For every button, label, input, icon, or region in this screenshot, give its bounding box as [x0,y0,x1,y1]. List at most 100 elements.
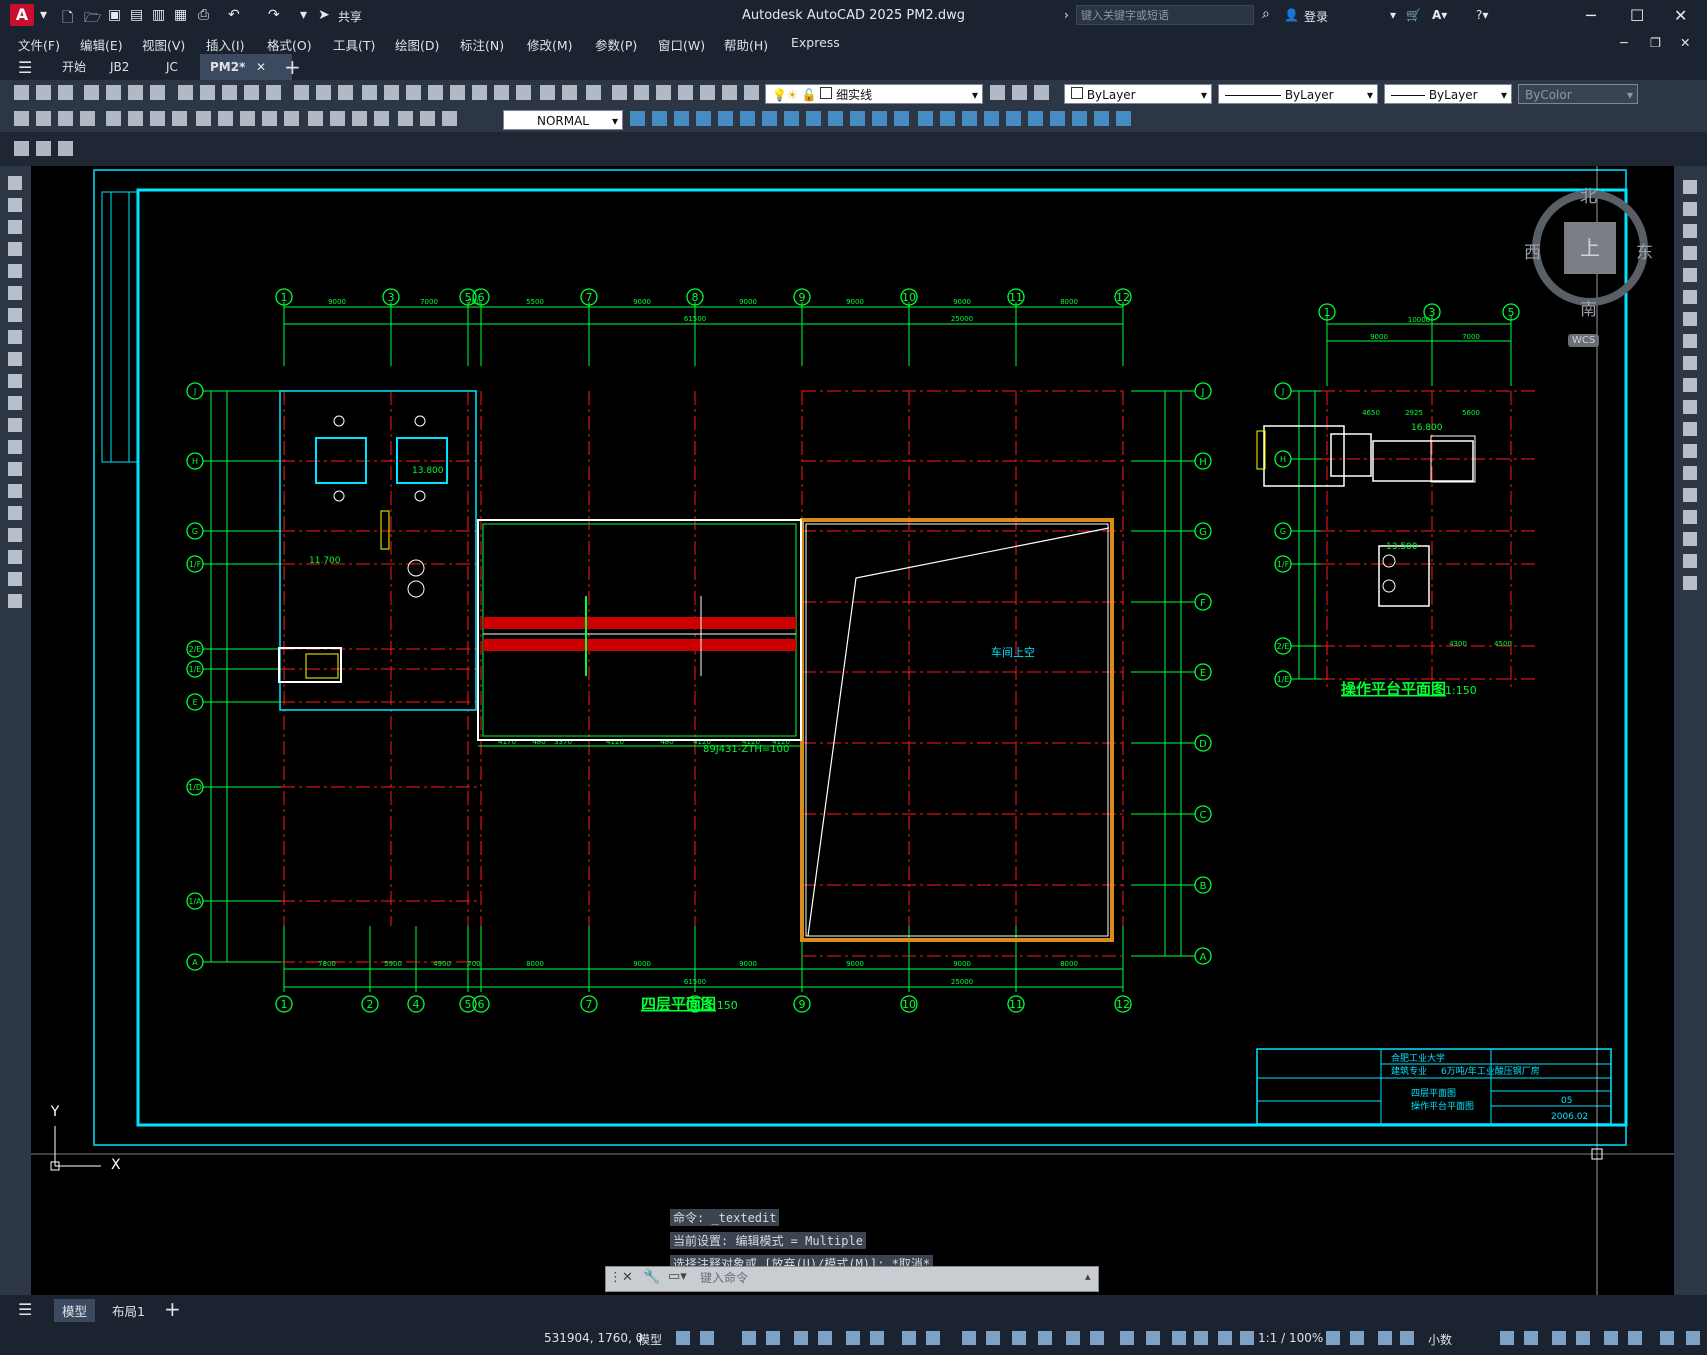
status-toggle-icon[interactable] [766,1331,780,1345]
toolbar-tool-icon[interactable] [58,85,73,100]
toolbar-tool-icon[interactable] [128,85,143,100]
doc-restore-icon[interactable]: ❐ [1650,35,1661,50]
menu-parameter[interactable]: 参数(P) [595,35,637,54]
viewcube-west[interactable]: 西 [1524,238,1541,263]
status-toggle-icon[interactable] [870,1331,884,1345]
status-toggle-icon[interactable] [1120,1331,1134,1345]
modify-tool-icon[interactable] [1683,378,1697,392]
draw-tool-icon[interactable] [8,220,22,234]
draw-tool-icon[interactable] [8,242,22,256]
menu-window[interactable]: 窗口(W) [658,35,705,54]
menu-edit[interactable]: 编辑(E) [80,35,123,54]
toolbar-tool-icon[interactable] [740,111,755,126]
toolbar-tool-icon[interactable] [266,85,281,100]
toolbar-tool-icon[interactable] [990,85,1005,100]
toolbar-tool-icon[interactable] [128,111,143,126]
status-toggle-icon[interactable] [1686,1331,1700,1345]
toolbar-tool-icon[interactable] [406,85,421,100]
viewcube-north[interactable]: 北 [1580,182,1597,207]
viewcube-south[interactable]: 南 [1580,295,1597,320]
status-toggle-icon[interactable] [1066,1331,1080,1345]
menu-dimension[interactable]: 标注(N) [460,35,504,54]
status-toggle-icon[interactable] [1240,1331,1254,1345]
menu-file[interactable]: 文件(F) [18,35,60,54]
modify-tool-icon[interactable] [1683,246,1697,260]
help-icon[interactable]: ?▾ [1476,8,1488,22]
toolbar-tool-icon[interactable] [240,111,255,126]
minimize-icon[interactable]: ─ [1586,6,1596,25]
maximize-icon[interactable]: ☐ [1630,6,1644,25]
hamburger-menu-icon[interactable]: ☰ [18,58,32,77]
modify-tool-icon[interactable] [1683,180,1697,194]
menu-insert[interactable]: 插入(I) [206,35,244,54]
status-toggle-icon[interactable] [1628,1331,1642,1345]
status-toggle-icon[interactable] [1172,1331,1186,1345]
command-input[interactable]: 键入命令 [700,1269,748,1286]
draw-tool-icon[interactable] [8,264,22,278]
status-toggle-icon[interactable] [1326,1331,1340,1345]
plotstyle-dropdown[interactable]: ByColor ▾ [1518,84,1638,104]
menu-view[interactable]: 视图(V) [142,35,185,54]
status-toggle-icon[interactable] [1500,1331,1514,1345]
modify-tool-icon[interactable] [1683,554,1697,568]
toolbar-tool-icon[interactable] [612,85,627,100]
toolbar-tool-icon[interactable] [218,111,233,126]
toolbar-tool-icon[interactable] [420,111,435,126]
draw-tool-icon[interactable] [8,352,22,366]
draw-tool-icon[interactable] [8,572,22,586]
toolbar-tool-icon[interactable] [284,111,299,126]
toolbar-tool-icon[interactable] [308,111,323,126]
draw-tool-icon[interactable] [8,286,22,300]
status-toggle-icon[interactable] [1218,1331,1232,1345]
toolbar-tool-icon[interactable] [428,85,443,100]
toolbar-tool-icon[interactable] [172,111,187,126]
toolbar-tool-icon[interactable] [562,85,577,100]
draw-tool-icon[interactable] [8,418,22,432]
toolbar-tool-icon[interactable] [362,85,377,100]
toolbar-tool-icon[interactable] [872,111,887,126]
modify-tool-icon[interactable] [1683,422,1697,436]
status-toggle-icon[interactable] [986,1331,1000,1345]
toolbar-tool-icon[interactable] [222,85,237,100]
status-toggle-icon[interactable] [794,1331,808,1345]
menu-express[interactable]: Express [791,35,840,50]
tab-start[interactable]: 开始 [52,54,96,80]
toolbar-tool-icon[interactable] [700,85,715,100]
toolbar-tool-icon[interactable] [472,85,487,100]
status-toggle-icon[interactable] [1378,1331,1392,1345]
toolbar-tool-icon[interactable] [678,85,693,100]
close-icon[interactable]: ✕ [1674,6,1687,25]
toolbar-tool-icon[interactable] [150,85,165,100]
toolbar-tool-icon[interactable] [656,85,671,100]
draw-tool-icon[interactable] [8,594,22,608]
menu-format[interactable]: 格式(O) [267,35,312,54]
toolbar-tool-icon[interactable] [384,85,399,100]
toolbar-tool-icon[interactable] [586,85,601,100]
toolbar-tool-icon[interactable] [36,141,51,156]
toolbar-tool-icon[interactable] [374,111,389,126]
draw-tool-icon[interactable] [8,374,22,388]
modify-tool-icon[interactable] [1683,444,1697,458]
tab-jc[interactable]: JC [156,54,188,80]
toolbar-tool-icon[interactable] [828,111,843,126]
toolbar-tool-icon[interactable] [718,111,733,126]
viewcube-east[interactable]: 东 [1636,238,1653,263]
toolbar-tool-icon[interactable] [338,85,353,100]
viewcube-top-face[interactable]: 上 [1564,222,1616,274]
status-toggle-icon[interactable] [1524,1331,1538,1345]
toolbar-tool-icon[interactable] [200,85,215,100]
status-toggle-icon[interactable] [846,1331,860,1345]
toolbar-tool-icon[interactable] [450,85,465,100]
toolbar-tool-icon[interactable] [58,111,73,126]
toolbar-tool-icon[interactable] [14,111,29,126]
tab-pm2[interactable]: PM2* [200,54,292,80]
search-icon[interactable]: ⌕ [1262,6,1270,22]
status-toggle-icon[interactable] [1194,1331,1208,1345]
toolbar-tool-icon[interactable] [1034,85,1049,100]
toolbar-tool-icon[interactable] [674,111,689,126]
layout-tab-model[interactable]: 模型 [54,1299,96,1322]
toolbar-tool-icon[interactable] [106,111,121,126]
toolbar-tool-icon[interactable] [630,111,645,126]
modify-tool-icon[interactable] [1683,202,1697,216]
toolbar-tool-icon[interactable] [984,111,999,126]
